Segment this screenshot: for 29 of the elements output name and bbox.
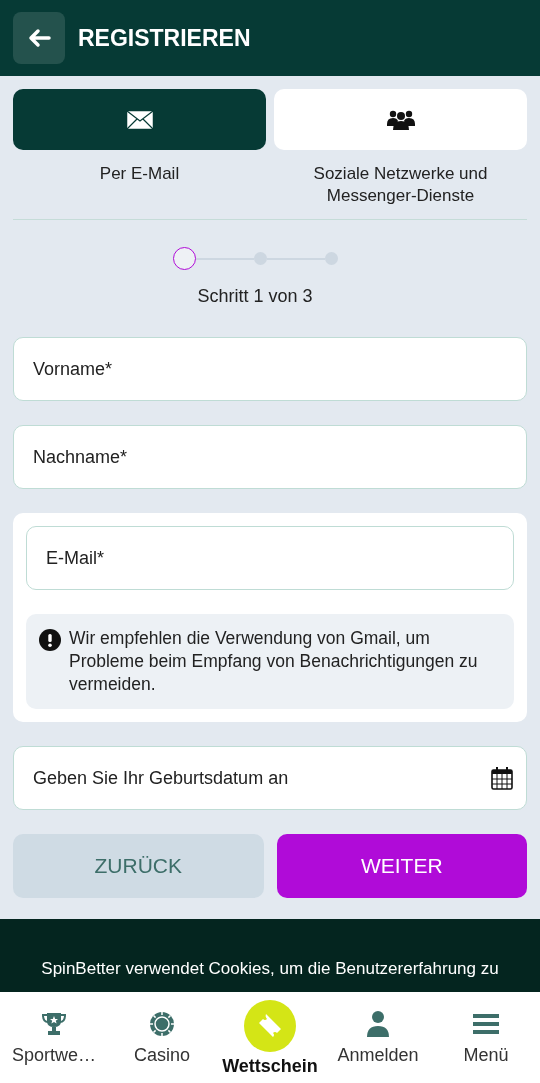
nav-item[interactable]: Wettschein [216, 992, 324, 1083]
step-label: Schritt 1 von 3 [196, 285, 314, 308]
method-tab[interactable] [13, 89, 266, 150]
nav-item[interactable]: Sportwe… [0, 992, 108, 1083]
back-button[interactable] [13, 12, 65, 64]
nav-item[interactable]: Menü [432, 992, 540, 1083]
people-icon [386, 108, 415, 131]
tab-label: Per E-Mail [98, 163, 181, 185]
casino-chip-icon [149, 1011, 175, 1037]
menu-icon [472, 1012, 500, 1036]
next-button[interactable]: WEITER [276, 834, 527, 898]
exclamation-icon [39, 629, 61, 651]
input-field[interactable]: Vorname* [13, 337, 527, 401]
nav-item[interactable]: Casino [108, 992, 216, 1083]
trophy-icon [41, 1011, 67, 1037]
user-icon [365, 1010, 391, 1038]
back-arrow-icon [27, 28, 51, 48]
note-text: Wir empfehlen die Verwendung von Gmail, um Probleme beim Empfang von Benachrichtigungen zu vermeiden. [69, 627, 479, 696]
tab-label: Soziale Netzwerke und Messenger-Dienste [312, 163, 489, 207]
input-field[interactable]: Nachname* [13, 425, 527, 489]
page-title: REGISTRIEREN [78, 23, 251, 53]
back-step-button[interactable]: ZURÜCK [13, 834, 264, 898]
input-field[interactable]: E-Mail* [26, 526, 514, 590]
method-tab[interactable] [274, 89, 527, 150]
date-field[interactable]: Geben Sie Ihr Geburtsdatum an [13, 746, 527, 810]
cookie-text: SpinBetter verwendet Cookies, um die Benutzererfahrung zu [40, 958, 500, 980]
nav-item[interactable]: Anmelden [324, 992, 432, 1083]
envelope-icon [125, 109, 154, 130]
calendar-icon [491, 766, 513, 790]
